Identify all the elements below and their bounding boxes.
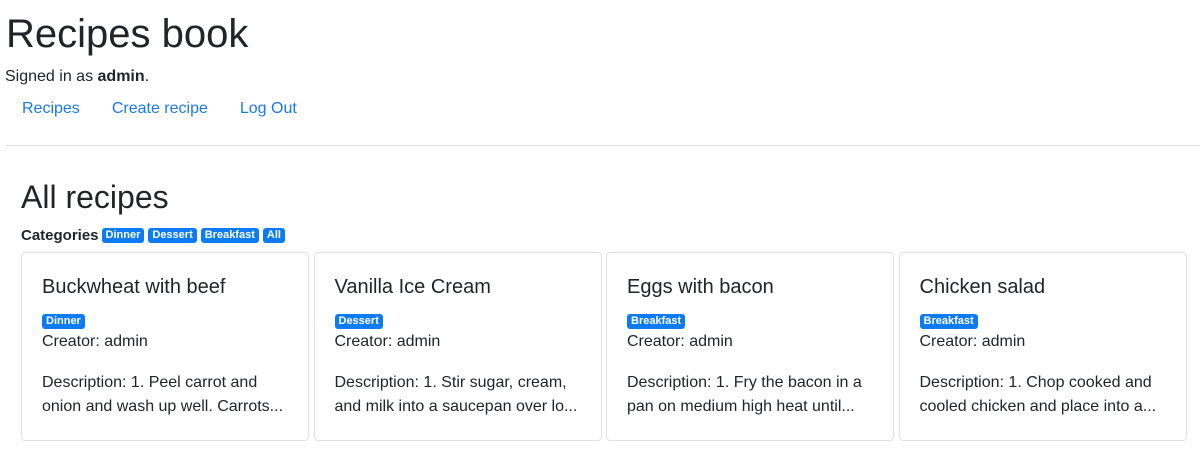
nav-link-create-recipe[interactable]: Create recipe — [96, 98, 224, 120]
recipe-card[interactable]: Vanilla Ice Cream Dessert Creator: admin… — [313, 252, 602, 441]
recipe-title[interactable]: Buckwheat with beef — [42, 273, 288, 301]
signed-in-status: Signed in as admin. — [5, 66, 149, 88]
username: admin — [97, 68, 145, 85]
recipe-card[interactable]: Eggs with bacon Breakfast Creator: admin… — [606, 252, 894, 441]
signed-in-prefix: Signed in as — [5, 68, 98, 85]
recipe-creator: Creator: admin — [627, 333, 733, 350]
recipe-title[interactable]: Chicken salad — [920, 273, 1166, 301]
recipe-description: Description: 1. Stir sugar, cream, and m… — [334, 374, 578, 415]
header-divider — [6, 145, 1200, 146]
nav-link-log-out[interactable]: Log Out — [224, 98, 313, 120]
category-badge-dessert[interactable]: Dessert — [148, 227, 197, 243]
recipe-title[interactable]: Vanilla Ice Cream — [335, 273, 581, 301]
category-badge-breakfast[interactable]: Breakfast — [200, 227, 259, 243]
recipe-creator: Creator: admin — [919, 333, 1026, 350]
recipe-description: Description: 1. Chop cooked and cooled c… — [919, 374, 1157, 415]
recipe-description: Description: 1. Fry the bacon in a pan o… — [627, 374, 862, 415]
category-badge-all[interactable]: All — [262, 227, 285, 243]
main-nav: Recipes Create recipe Log Out — [6, 98, 313, 120]
recipe-card[interactable]: Chicken salad Breakfast Creator: admin D… — [898, 252, 1187, 441]
categories-filter: Categories Dinner Dessert Breakfast All — [21, 226, 289, 244]
category-badge-dinner[interactable]: Dinner — [101, 227, 145, 243]
categories-label: Categories — [21, 226, 99, 244]
recipe-card[interactable]: Buckwheat with beef Dinner Creator: admi… — [21, 252, 309, 441]
section-title: All recipes — [21, 179, 169, 215]
recipe-title[interactable]: Eggs with bacon — [627, 273, 873, 301]
recipe-creator: Creator: admin — [334, 333, 441, 350]
recipe-category-badge: Breakfast — [919, 314, 978, 329]
recipe-category-badge: Dinner — [42, 314, 85, 329]
recipe-category-badge: Breakfast — [627, 314, 686, 329]
recipe-card-list: Buckwheat with beef Dinner Creator: admi… — [21, 252, 1191, 441]
recipe-creator: Creator: admin — [42, 333, 148, 350]
page: Recipes book Signed in as admin. Recipes… — [0, 0, 1200, 450]
recipe-category-badge: Dessert — [334, 314, 383, 329]
site-title: Recipes book — [6, 12, 249, 56]
nav-link-recipes[interactable]: Recipes — [6, 98, 96, 120]
signed-in-suffix: . — [144, 68, 150, 85]
recipe-description: Description: 1. Peel carrot and onion an… — [42, 374, 284, 415]
